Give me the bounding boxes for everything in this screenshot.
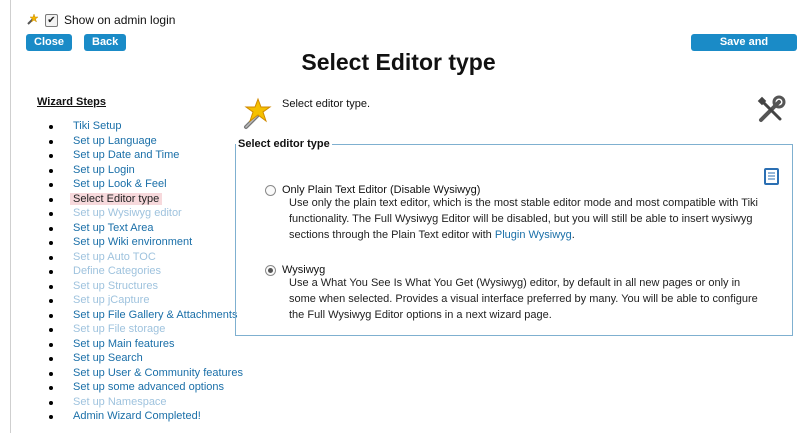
plain-text-radio[interactable] [265,184,276,196]
plain-text-description: Use only the plain text editor, which is… [289,195,769,243]
tools-icon [756,95,786,130]
wizard-step-item: Set up Namespace [49,395,243,410]
wizard-step-item[interactable]: Set up Login [49,163,243,178]
wizard-step-item[interactable]: Set up Search [49,351,243,366]
wizard-step-label: Set up Language [73,134,157,147]
wizard-step-label: Set up Search [73,352,143,364]
wizard-step-item[interactable]: Tiki Setup [49,119,243,134]
wizard-step-label: Set up Auto TOC [73,250,156,263]
wizard-step-item: Set up Auto TOC [49,250,243,265]
wizard-step-item[interactable]: Set up File Gallery & Attachments [49,308,243,323]
wizard-step-label: Admin Wizard Completed! [73,410,201,422]
wizard-step-item: Set up Structures [49,279,243,294]
wizard-step-label: Set up some advanced options [73,381,225,393]
wizard-step-label: Select Editor type [70,192,163,205]
wizard-step-item[interactable]: Set up User & Community features [49,366,243,381]
wizard-step-item: Define Categories [49,264,243,279]
wizard-step-label: Set up Wiki environment [73,236,193,248]
intro-text: Select editor type. [282,98,371,110]
wizard-step-item[interactable]: Set up some advanced options [49,380,243,395]
wysiwyg-radio[interactable] [265,264,276,276]
wizard-step-label: Set up File Gallery & Attachments [73,308,238,321]
wizard-step-item[interactable]: Select Editor type [49,192,243,207]
wizard-step-item[interactable]: Set up Date and Time [49,148,243,163]
show-on-login-label: Show on admin login [64,13,176,27]
wizard-step-label: Set up Main features [73,337,175,350]
wizard-step-item[interactable]: Set up Look & Feel [49,177,243,192]
wizard-step-label: Set up Date and Time [73,149,180,161]
wizard-step-item[interactable]: Admin Wizard Completed! [49,409,243,424]
plugin-wysiwyg-link[interactable]: Plugin Wysiwyg [495,229,572,241]
wizard-steps-list: Tiki Setup Set up Language Set up Date and… [49,119,243,424]
wizard-step-item[interactable]: Set up Text Area [49,221,243,236]
wizard-step-label: Set up Look & Feel [73,178,167,190]
wizard-step-item[interactable]: Set up Main features [49,337,243,352]
wizard-step-label: Define Categories [73,265,162,277]
page-title: Select Editor type [301,49,496,75]
wizard-step-label: Set up Text Area [73,221,154,234]
wizard-step-item[interactable]: Set up Wiki environment [49,235,243,250]
wizard-step-label: Set up Namespace [73,395,167,408]
wizard-step-label: Set up Wysiwyg editor [73,207,182,219]
show-on-login-checkbox[interactable]: ✔ [45,13,58,27]
help-book-icon[interactable] [763,166,781,191]
wizard-step-label: Set up User & Community features [73,366,243,379]
wizard-step-item: Set up Wysiwyg editor [49,206,243,221]
magic-wand-icon [25,13,39,27]
wizard-step-label: Set up Structures [73,279,158,292]
wizard-steps-title: Wizard Steps [37,96,106,108]
wizard-step-label: Set up Login [73,163,135,176]
wizard-step-label: Tiki Setup [73,120,122,132]
plain-text-description-end: . [571,229,575,241]
wizard-step-label: Set up jCapture [73,294,150,306]
magic-wand-icon [240,97,274,136]
wizard-step-item[interactable]: Set up Language [49,134,243,149]
fieldset-legend: Select editor type [238,138,330,150]
wizard-step-item: Set up File storage [49,322,243,337]
wizard-step-item: Set up jCapture [49,293,243,308]
wizard-step-label: Set up File storage [73,323,166,335]
login-option-bar: ✔ Show on admin login [25,13,175,27]
wysiwyg-description: Use a What You See Is What You Get (Wysi… [289,277,758,321]
